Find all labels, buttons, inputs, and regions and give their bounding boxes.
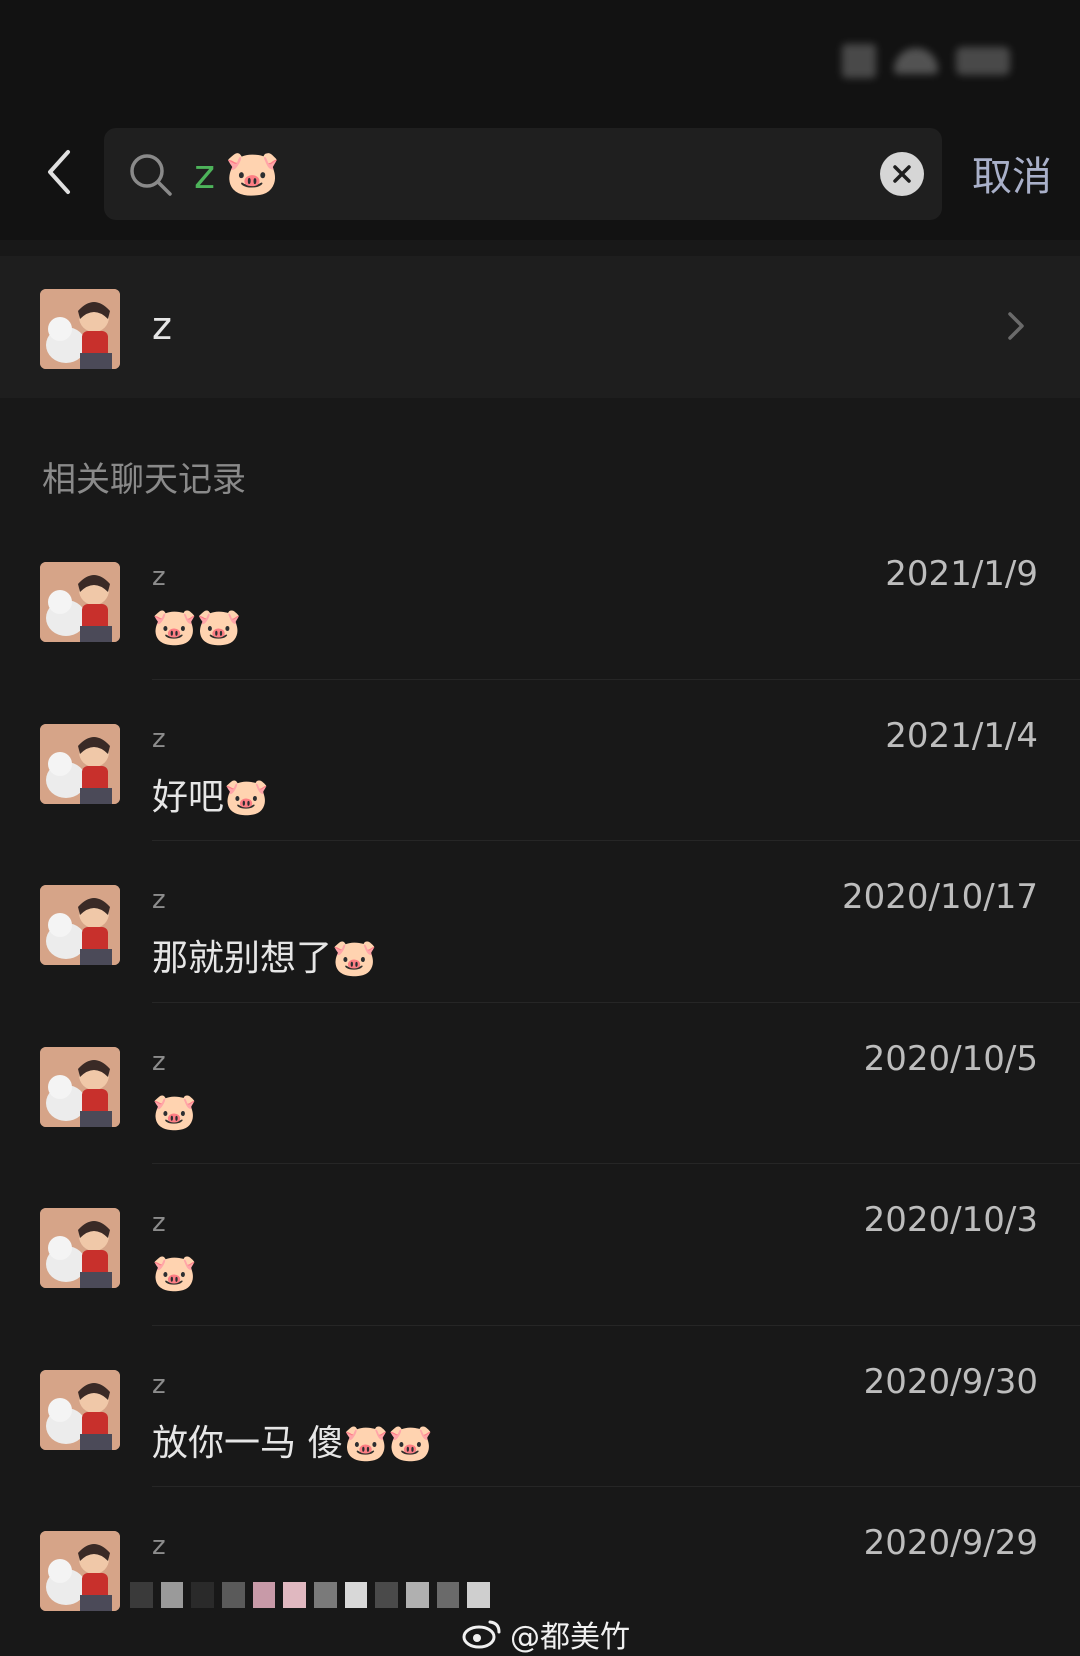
weibo-logo-icon <box>462 1620 501 1649</box>
avatar-image <box>40 1531 120 1611</box>
avatar <box>40 1046 120 1127</box>
chat-record-row[interactable]: z 2020/10/17 那就别想了🐷 <box>0 841 1080 1003</box>
chat-record-row[interactable]: z 2020/10/3 🐷 <box>0 1164 1080 1326</box>
sender-name: z <box>152 562 166 592</box>
signal-icon <box>842 44 876 78</box>
section-title: 相关聊天记录 <box>42 460 246 500</box>
sender-name: z <box>152 1046 166 1077</box>
avatar-image <box>40 1208 120 1288</box>
search-input[interactable]: z 🐷 <box>104 128 942 220</box>
avatar-image <box>40 723 120 804</box>
avatar <box>40 723 120 804</box>
chat-record-row[interactable]: z 2020/9/30 放你一马 傻🐷🐷 <box>0 1326 1080 1487</box>
avatar <box>40 1369 120 1450</box>
avatar-image <box>40 1369 120 1450</box>
sender-name: z <box>152 1208 166 1238</box>
battery-icon <box>956 47 1010 75</box>
avatar-image <box>40 1046 120 1127</box>
status-bar <box>0 0 1080 110</box>
chevron-left-icon <box>48 150 70 194</box>
avatar-image <box>40 289 120 369</box>
watermark-text: @都美竹 <box>510 1620 630 1655</box>
avatar-image <box>40 562 120 642</box>
avatar <box>40 562 120 642</box>
status-icons <box>842 44 1010 78</box>
message-snippet: 🐷🐷 <box>152 607 242 648</box>
message-date: 2021/1/9 <box>885 554 1038 594</box>
contact-result[interactable]: z <box>0 256 1080 398</box>
message-date: 2020/9/29 <box>863 1523 1038 1563</box>
search-query: z 🐷 <box>194 144 280 205</box>
sender-name: z <box>152 723 166 754</box>
back-button[interactable] <box>36 142 86 202</box>
avatar <box>40 289 120 369</box>
sender-name: z <box>152 1369 166 1400</box>
message-date: 2020/9/30 <box>863 1361 1038 1402</box>
avatar <box>40 1208 120 1288</box>
message-snippet: 好吧🐷 <box>152 776 269 818</box>
message-date: 2021/1/4 <box>885 715 1038 756</box>
pig-emoji: 🐷 <box>225 148 280 199</box>
message-snippet: 那就别想了🐷 <box>152 938 377 979</box>
message-snippet: 🐷 <box>152 1253 197 1294</box>
sender-name: z <box>152 1531 166 1561</box>
message-date: 2020/10/5 <box>863 1038 1038 1079</box>
watermark: @都美竹 <box>462 1612 630 1656</box>
search-header: z 🐷 取消 <box>0 110 1080 240</box>
clear-x-icon <box>893 165 911 183</box>
pixelated-message <box>130 1575 491 1615</box>
search-query-text: z <box>194 152 215 198</box>
chat-record-row[interactable]: z 2021/1/4 好吧🐷 <box>0 680 1080 841</box>
chat-record-row[interactable]: z 2021/1/9 🐷🐷 <box>0 518 1080 680</box>
cancel-button[interactable]: 取消 <box>972 144 1052 202</box>
avatar <box>40 885 120 965</box>
chat-history-list: z 2021/1/9 🐷🐷 z 2021/1/4 好吧🐷 z 2020/10/1… <box>0 518 1080 1649</box>
avatar-image <box>40 885 120 965</box>
chat-record-row[interactable]: z 2020/10/5 🐷 <box>0 1003 1080 1164</box>
sender-name: z <box>152 885 166 915</box>
message-snippet: 🐷 <box>152 1091 197 1133</box>
message-snippet: 放你一马 傻🐷🐷 <box>152 1422 434 1464</box>
contact-name: z <box>152 304 172 348</box>
avatar <box>40 1531 120 1611</box>
message-date: 2020/10/17 <box>842 877 1038 917</box>
search-icon <box>130 154 172 196</box>
chevron-right-icon <box>1008 312 1024 340</box>
clear-button[interactable] <box>880 152 924 196</box>
wifi-icon <box>894 48 938 74</box>
message-date: 2020/10/3 <box>863 1200 1038 1240</box>
